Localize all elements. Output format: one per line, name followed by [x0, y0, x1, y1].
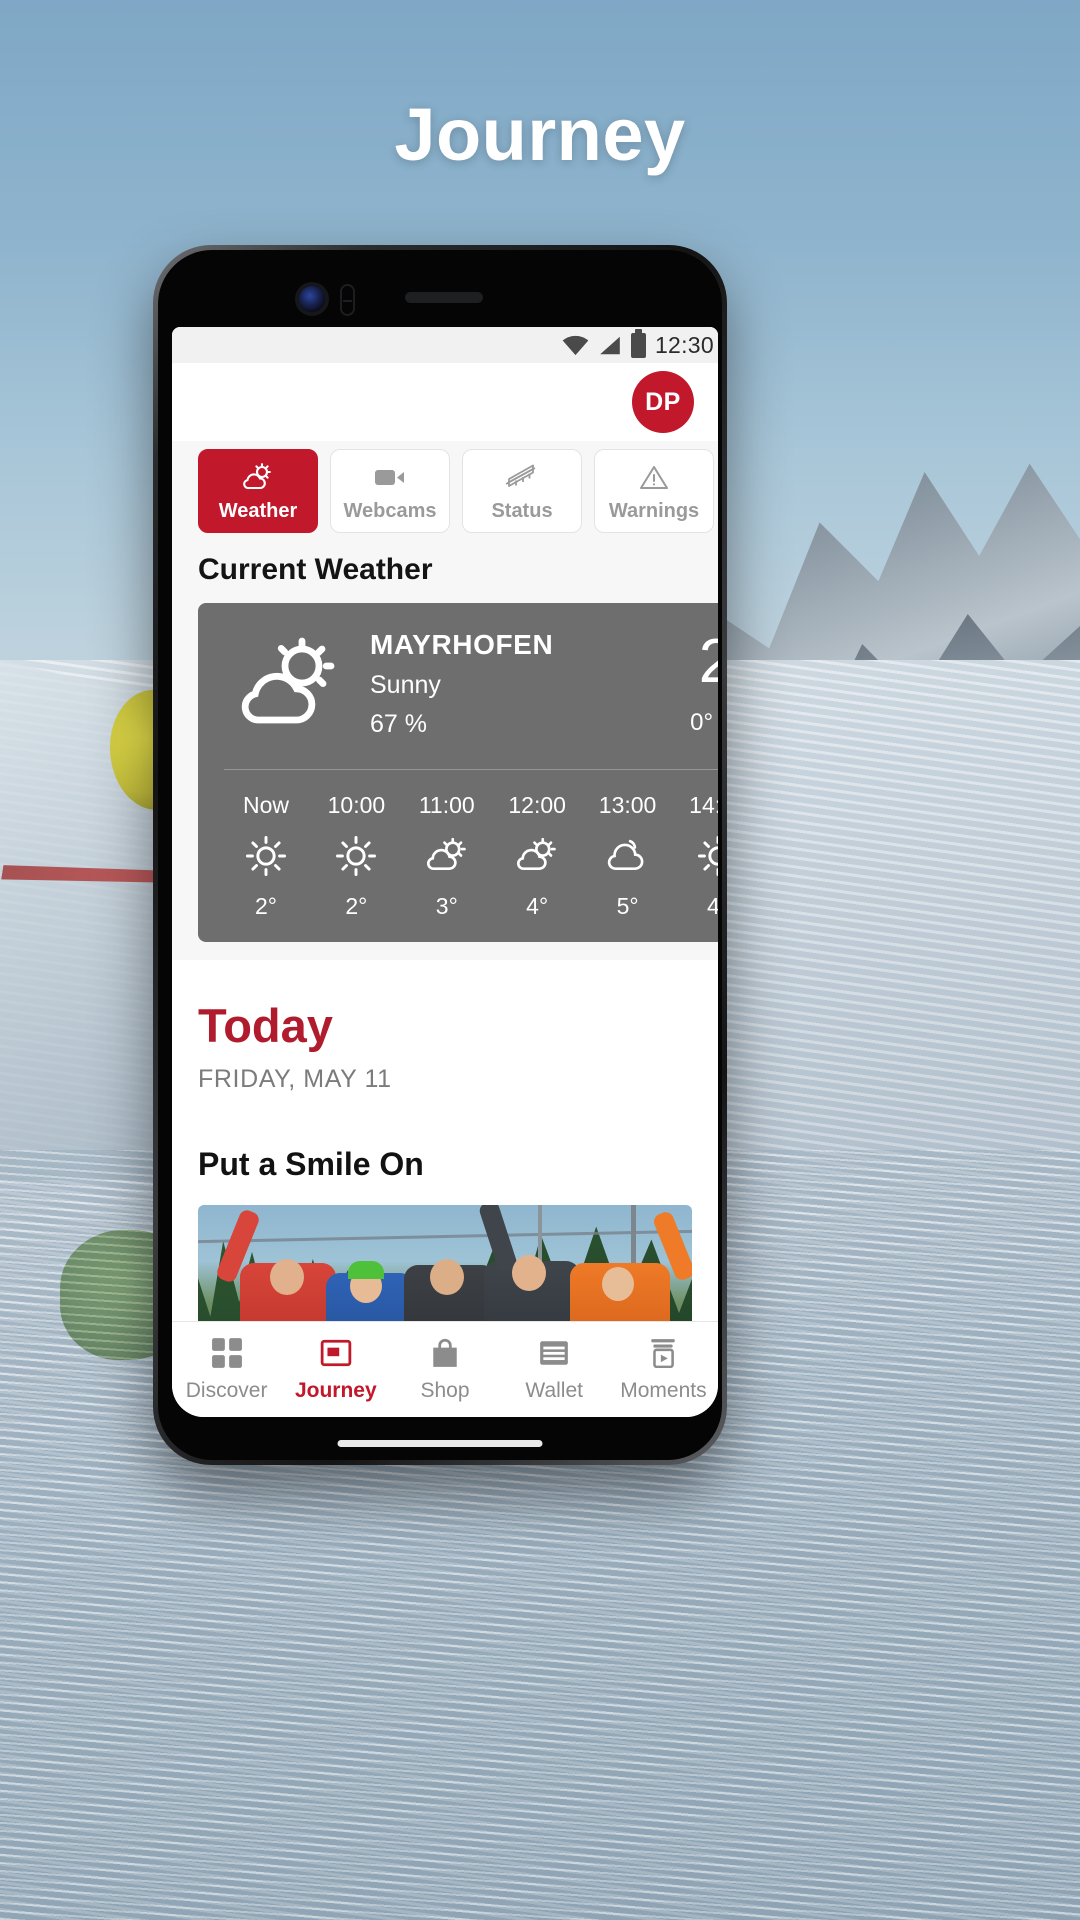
status-bar: 12:30: [172, 327, 718, 363]
sun-icon: [245, 832, 287, 880]
hourly-temp: 2°: [345, 893, 368, 919]
hiker-head: [270, 1259, 304, 1295]
tab-weather[interactable]: Weather: [198, 449, 318, 533]
sun-cloud-icon: [514, 832, 560, 880]
phone-bezel: 12:30 DP Weather Webcams Status Warnings…: [158, 250, 722, 1460]
sun-cloud-icon: [241, 459, 275, 495]
today-section: Today FRIDAY, MAY 11 Put a Smile On: [172, 960, 718, 1321]
nav-item-wallet-label: Wallet: [525, 1379, 583, 1402]
chairlift-cable: [198, 1229, 692, 1244]
hourly-item: 13:00 5°: [586, 792, 670, 920]
tab-webcams-label: Webcams: [343, 500, 437, 522]
nav-item-journey[interactable]: Journey: [281, 1336, 390, 1403]
bag-icon: [431, 1336, 459, 1370]
hourly-temp: 4°: [526, 893, 549, 919]
hiker-head: [430, 1259, 464, 1295]
hourly-temp: 5°: [616, 893, 639, 919]
raised-arm: [477, 1205, 519, 1273]
hourly-time: 13:00: [598, 792, 657, 818]
hiker-head: [602, 1267, 634, 1301]
ticket-icon: [320, 1336, 352, 1370]
app-top-bar: DP: [172, 363, 718, 441]
status-bar-time: 12:30: [654, 331, 714, 358]
sun-cloud-icon: [224, 632, 356, 736]
hourly-item: 12:00 4°: [495, 792, 579, 920]
weather-city: MAYRHOFEN: [370, 629, 554, 660]
card-divider: [224, 769, 718, 770]
current-weather-heading: Current Weather: [172, 547, 718, 603]
warning-triangle-icon: [639, 459, 669, 495]
weather-card[interactable]: MAYRHOFEN Sunny 67 % 2° 0° / 3°: [198, 603, 718, 942]
hourly-item: 10:00 2°: [314, 792, 398, 920]
today-date: FRIDAY, MAY 11: [198, 1065, 392, 1093]
nav-item-shop-label: Shop: [420, 1379, 470, 1402]
bottom-navigation: Discover Journey Shop Wallet Moments: [172, 1321, 718, 1417]
earpiece-speaker: [405, 292, 483, 303]
today-heading: Today: [198, 999, 333, 1052]
nav-item-shop[interactable]: Shop: [390, 1336, 499, 1403]
hourly-temp: 2°: [255, 893, 277, 919]
nav-item-moments-label: Moments: [620, 1379, 707, 1402]
hourly-time: 11:00: [418, 792, 475, 818]
nav-item-wallet[interactable]: Wallet: [500, 1336, 609, 1403]
signal-icon: [598, 335, 622, 356]
group-of-hikers-photo[interactable]: [198, 1205, 692, 1321]
hourly-time: 10:00: [327, 792, 386, 818]
weather-card-info: MAYRHOFEN Sunny 67 %: [364, 629, 682, 739]
green-beanie: [348, 1261, 384, 1279]
hourly-time: Now: [242, 792, 289, 818]
weather-condition: Sunny: [370, 671, 441, 699]
nav-item-journey-label: Journey: [294, 1379, 377, 1402]
home-indicator: [337, 1440, 543, 1447]
battery-icon: [630, 328, 646, 358]
cable-car-icon: [504, 459, 540, 495]
hourly-time: 14:00: [689, 792, 718, 818]
proximity-sensor-icon: [340, 284, 355, 316]
weather-card-main: MAYRHOFEN Sunny 67 % 2° 0° / 3°: [224, 629, 718, 739]
nav-item-discover-label: Discover: [185, 1379, 268, 1402]
cloud-icon: [605, 832, 651, 880]
tab-status-label: Status: [491, 500, 553, 522]
feature-title: Put a Smile On: [198, 1146, 424, 1182]
hourly-time: 12:00: [508, 792, 566, 818]
wallet-icon: [538, 1336, 570, 1370]
hourly-item: Now 2°: [224, 792, 308, 920]
wifi-icon: [562, 335, 589, 356]
page-title: Journey: [394, 93, 686, 176]
weather-temperature: 2°: [698, 627, 718, 696]
hourly-temp: 3°: [435, 893, 458, 919]
weather-cards-carousel[interactable]: MAYRHOFEN Sunny 67 % 2° 0° / 3°: [172, 603, 718, 942]
weather-tab-bar: Weather Webcams Status Warnings: [172, 441, 718, 547]
tab-webcams[interactable]: Webcams: [330, 449, 450, 533]
tab-warnings-label: Warnings: [608, 500, 700, 522]
sun-cloud-icon: [424, 832, 470, 880]
tab-weather-label: Weather: [218, 500, 298, 522]
nav-item-discover[interactable]: Discover: [172, 1336, 281, 1403]
phone-mockup: 12:30 DP Weather Webcams Status Warnings…: [153, 245, 727, 1465]
hourly-temp: 4°: [706, 893, 718, 919]
hourly-item: 14:00 4°: [676, 792, 718, 920]
weather-temperature-range: 0° / 3°: [690, 709, 718, 736]
front-camera-icon: [299, 286, 325, 312]
play-list-icon: [647, 1336, 679, 1370]
nav-item-moments[interactable]: Moments: [609, 1336, 718, 1403]
app-content: DP Weather Webcams Status Warnings Curre…: [172, 363, 718, 1321]
phone-screen: 12:30 DP Weather Webcams Status Warnings…: [172, 327, 718, 1417]
sun-icon: [697, 832, 718, 880]
weather-section: DP Weather Webcams Status Warnings Curre…: [172, 363, 718, 960]
weather-humidity: 67 %: [370, 710, 427, 738]
video-camera-icon: [373, 459, 407, 495]
hourly-item: 11:00 3°: [405, 792, 489, 920]
hourly-forecast: Now 2° 10:00 2° 11:00 3° 12:00 4° 13:00 …: [224, 792, 718, 920]
tab-warnings[interactable]: Warnings: [594, 449, 714, 533]
avatar[interactable]: DP: [632, 371, 694, 433]
grid-icon: [211, 1336, 243, 1370]
tab-status[interactable]: Status: [462, 449, 582, 533]
weather-temperature-block: 2° 0° / 3°: [690, 631, 718, 737]
sun-icon: [335, 832, 377, 880]
hiker-head: [512, 1255, 546, 1291]
